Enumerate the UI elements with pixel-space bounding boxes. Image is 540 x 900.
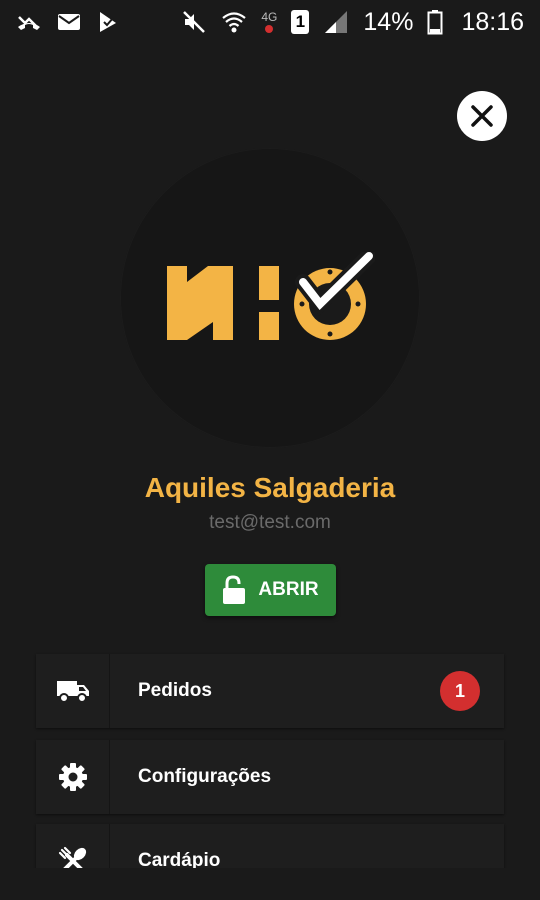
- mute-icon: [181, 9, 207, 35]
- sim-indicator: 1: [291, 10, 310, 34]
- network-dot: [265, 25, 274, 33]
- open-store-label: ABRIR: [258, 579, 319, 600]
- menu-item-label: Pedidos: [138, 680, 212, 701]
- user-email: test@test.com: [209, 512, 331, 533]
- status-bar: 4G 1 14% 18:16: [0, 0, 540, 44]
- close-button[interactable]: [457, 91, 507, 141]
- bottom-edge: [0, 868, 540, 900]
- open-store-button[interactable]: ABRIR: [205, 564, 336, 616]
- menu-item-configuracoes[interactable]: Configurações: [36, 740, 504, 814]
- wifi-icon: [221, 9, 247, 35]
- delivery-truck-icon: [56, 681, 89, 703]
- network-label: 4G: [261, 10, 278, 24]
- menu-item-pedidos[interactable]: Pedidos 1: [36, 654, 504, 728]
- app-logo: [167, 252, 375, 340]
- battery-icon: [427, 9, 443, 35]
- user-name: Aquiles Salgaderia: [144, 472, 396, 503]
- app-notification-icon: [96, 9, 122, 35]
- menu-icon-container: [36, 654, 110, 728]
- network-type: 4G: [261, 11, 277, 33]
- menu-icon-container: [36, 740, 110, 814]
- gear-icon: [58, 763, 87, 791]
- close-icon: [471, 105, 493, 127]
- missed-call-icon: [16, 9, 42, 35]
- battery-percent: 14%: [363, 7, 414, 36]
- mail-icon: [56, 9, 82, 35]
- clock: 18:16: [461, 7, 524, 36]
- unlock-icon: [223, 575, 246, 604]
- menu-item-label: Configurações: [138, 766, 272, 787]
- notification-badge: 1: [440, 671, 480, 711]
- signal-icon: [323, 9, 349, 35]
